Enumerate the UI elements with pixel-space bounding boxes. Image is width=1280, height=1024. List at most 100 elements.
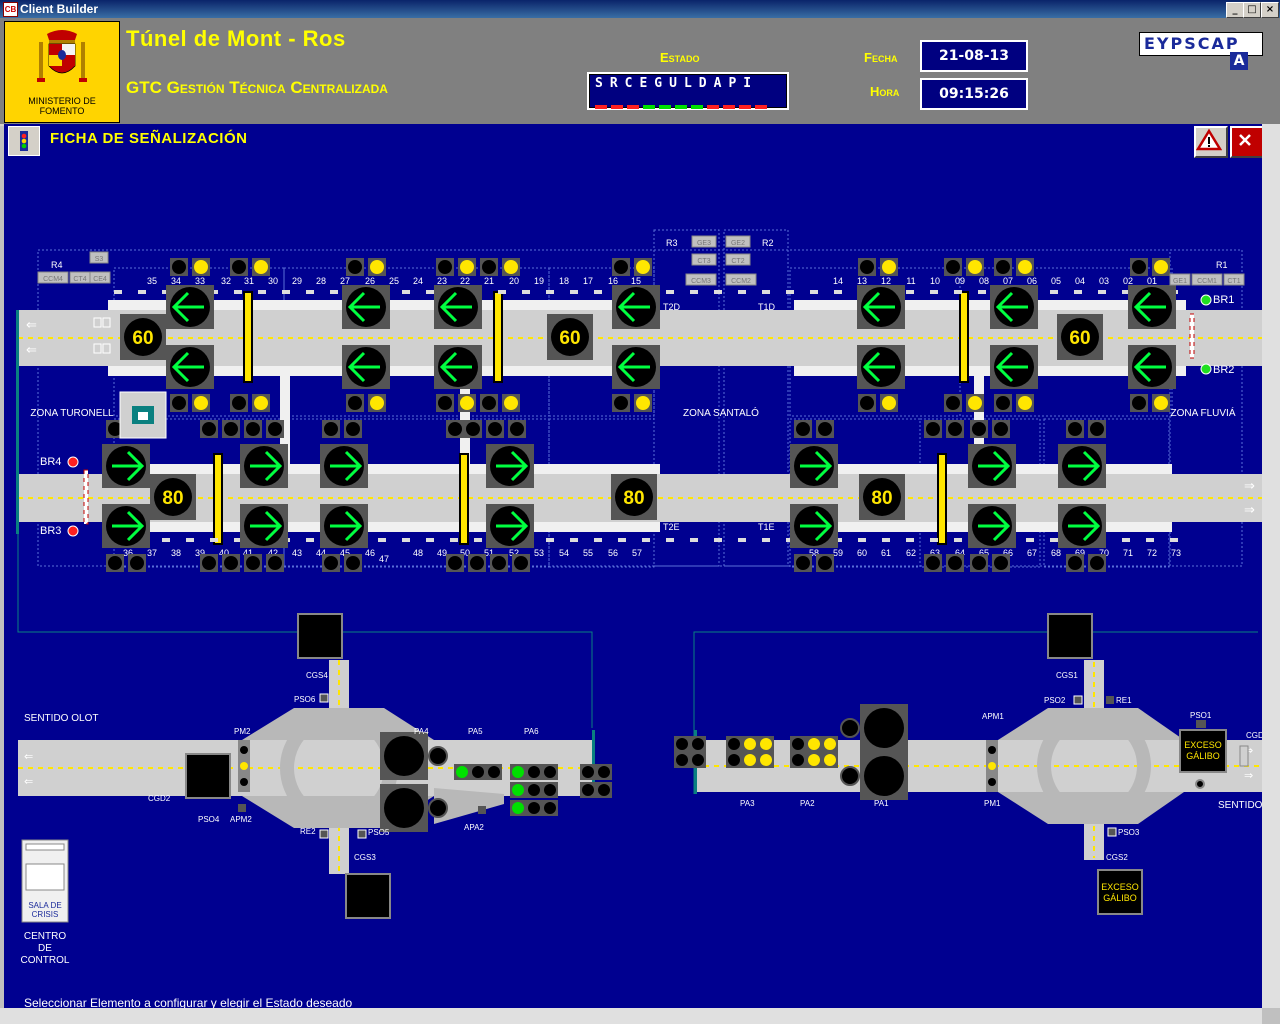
estado-letters: SRCEGULDAPI xyxy=(595,76,759,91)
lane-signal-left-arrow[interactable] xyxy=(990,285,1038,329)
svg-text:CCM2: CCM2 xyxy=(731,278,751,285)
lane-signal-right-arrow[interactable] xyxy=(102,444,150,488)
lane-signal-right-arrow[interactable] xyxy=(790,444,838,488)
lane-signal-left-arrow[interactable] xyxy=(857,345,905,389)
tech-room-ge1[interactable]: GE1 xyxy=(1169,273,1191,286)
lane-number: 28 xyxy=(316,276,326,286)
cgs1-box[interactable] xyxy=(1047,613,1093,659)
lane-signal-right-arrow[interactable] xyxy=(240,504,288,548)
lane-number: 68 xyxy=(1051,548,1061,558)
tech-room-ccm2[interactable]: CCM2 xyxy=(725,273,757,286)
lane-signal-right-arrow[interactable] xyxy=(968,504,1016,548)
lane-signal-left-arrow[interactable] xyxy=(990,345,1038,389)
lane-signal-right-arrow[interactable] xyxy=(1058,444,1106,488)
lane-number: 25 xyxy=(389,276,399,286)
lane-signal-right-arrow[interactable] xyxy=(240,444,288,488)
estado-panel[interactable]: SRCEGULDAPI xyxy=(587,72,789,110)
figueres-lamps[interactable] xyxy=(674,736,838,768)
tech-room-s3[interactable]: S3 xyxy=(89,251,109,264)
cgd2-box[interactable] xyxy=(185,753,231,799)
apm1-label: APM1 xyxy=(982,712,1004,721)
lane-signal-left-arrow[interactable] xyxy=(166,285,214,329)
tech-room-ct3[interactable]: CT3 xyxy=(691,253,717,266)
cgs1-label: CGS1 xyxy=(1056,671,1078,680)
lane-signal-right-arrow[interactable] xyxy=(790,504,838,548)
zone-santalo-label: ZONA SANTALÓ xyxy=(683,406,759,419)
lane-number: 72 xyxy=(1147,548,1157,558)
lane-number: 08 xyxy=(979,276,989,286)
lane-signal-left-arrow[interactable] xyxy=(1128,285,1176,329)
lane-signal-right-arrow[interactable] xyxy=(486,444,534,488)
lane-signal-right-arrow[interactable] xyxy=(1058,504,1106,548)
re2-label: RE2 xyxy=(300,827,316,836)
lane-signal-right-arrow[interactable] xyxy=(320,444,368,488)
svg-text:S3: S3 xyxy=(95,256,104,263)
lane-signal-left-arrow[interactable] xyxy=(857,285,905,329)
minimize-icon[interactable]: _ xyxy=(1226,2,1244,18)
sala-de-crisis-icon[interactable]: SALA DE CRISIS xyxy=(21,839,69,923)
barrier-br1-label: BR1 xyxy=(1213,294,1234,306)
svg-text:GE3: GE3 xyxy=(697,240,711,247)
tech-room-ccm1[interactable]: CCM1 xyxy=(1191,273,1223,286)
speed-sign-bottom-3[interactable]: 80 xyxy=(859,474,905,520)
svg-text:CT1: CT1 xyxy=(1227,278,1240,285)
lane-signal-left-arrow[interactable] xyxy=(612,345,660,389)
lane-signal-left-arrow[interactable] xyxy=(434,285,482,329)
lane-number: 57 xyxy=(632,548,642,558)
pso3-label: PSO3 xyxy=(1118,828,1140,837)
lane-number: 07 xyxy=(1003,276,1013,286)
tech-room-ge2[interactable]: GE2 xyxy=(725,235,751,248)
svg-text:80: 80 xyxy=(162,488,183,509)
speed-sign-bottom-1[interactable]: 80 xyxy=(150,474,196,520)
tech-room-ct2[interactable]: CT2 xyxy=(725,253,751,266)
exceso-galibo-sign-2[interactable] xyxy=(1097,869,1143,915)
tech-room-ge3[interactable]: GE3 xyxy=(691,235,717,248)
estado-led xyxy=(691,105,703,109)
tech-room-ct1[interactable]: CT1 xyxy=(1223,273,1245,286)
maximize-icon[interactable]: □ xyxy=(1243,2,1261,18)
lane-number: 20 xyxy=(509,276,519,286)
speed-sign-top-3[interactable]: 60 xyxy=(1057,314,1103,360)
lane-signal-right-arrow[interactable] xyxy=(320,504,368,548)
svg-text:CT4: CT4 xyxy=(73,276,86,283)
lane-number: 09 xyxy=(955,276,965,286)
svg-text:CE4: CE4 xyxy=(93,276,107,283)
tech-room-ce4[interactable]: CE4 xyxy=(89,271,111,284)
figueres-junction: ⇒ ⇒ xyxy=(694,660,1262,860)
lane-signal-right-arrow[interactable] xyxy=(968,444,1016,488)
lane-signal-right-arrow[interactable] xyxy=(102,504,150,548)
tunnel-diagram: ⇐ ⇐ ⇒ ⇒ 35 34 33 32 31 30 29 28 27 26 25 24 23 22 21 20 19… xyxy=(16,229,1262,966)
speed-sign-top-1[interactable]: 60 xyxy=(120,314,166,360)
sentido-olot-label: SENTIDO OLOT xyxy=(24,713,98,724)
lane-number: 10 xyxy=(930,276,940,286)
lane-signal-left-arrow[interactable] xyxy=(434,345,482,389)
speed-sign-bottom-2[interactable]: 80 xyxy=(611,474,657,520)
horizontal-scrollbar[interactable] xyxy=(0,1008,1262,1024)
lane-number: 71 xyxy=(1123,548,1133,558)
svg-text:60: 60 xyxy=(132,328,153,349)
lane-signal-left-arrow[interactable] xyxy=(342,285,390,329)
lane-signal-left-arrow[interactable] xyxy=(1128,345,1176,389)
lane-signal-right-arrow[interactable] xyxy=(486,504,534,548)
lane-number: 60 xyxy=(857,548,867,558)
cgs4-box[interactable] xyxy=(297,613,343,659)
lane-number: 49 xyxy=(437,548,447,558)
lane-signal-left-arrow[interactable] xyxy=(166,345,214,389)
tech-room-ccm3[interactable]: CCM3 xyxy=(685,273,717,286)
emergency-room-icon[interactable] xyxy=(119,391,167,439)
estado-led xyxy=(707,105,719,109)
speed-sign-top-2[interactable]: 60 xyxy=(547,314,593,360)
svg-text:CENTRODECONTROL: CENTRO DE CONTROL xyxy=(21,931,70,966)
window-title: Client Builder xyxy=(20,2,99,16)
lane-signal-left-arrow[interactable] xyxy=(342,345,390,389)
cgs3-label: CGS3 xyxy=(354,853,376,862)
apa2-label: APA2 xyxy=(464,823,484,832)
cgs3-box[interactable] xyxy=(345,873,391,919)
close-icon[interactable]: × xyxy=(1261,2,1279,18)
lane-signal-left-arrow[interactable] xyxy=(612,285,660,329)
tech-room-ccm4[interactable]: CCM4 xyxy=(37,271,69,284)
tech-room-ct4[interactable]: CT4 xyxy=(69,271,91,284)
vertical-scrollbar[interactable] xyxy=(1262,124,1280,1008)
lane-number: 43 xyxy=(292,548,302,558)
pm1-label: PM1 xyxy=(984,799,1001,808)
